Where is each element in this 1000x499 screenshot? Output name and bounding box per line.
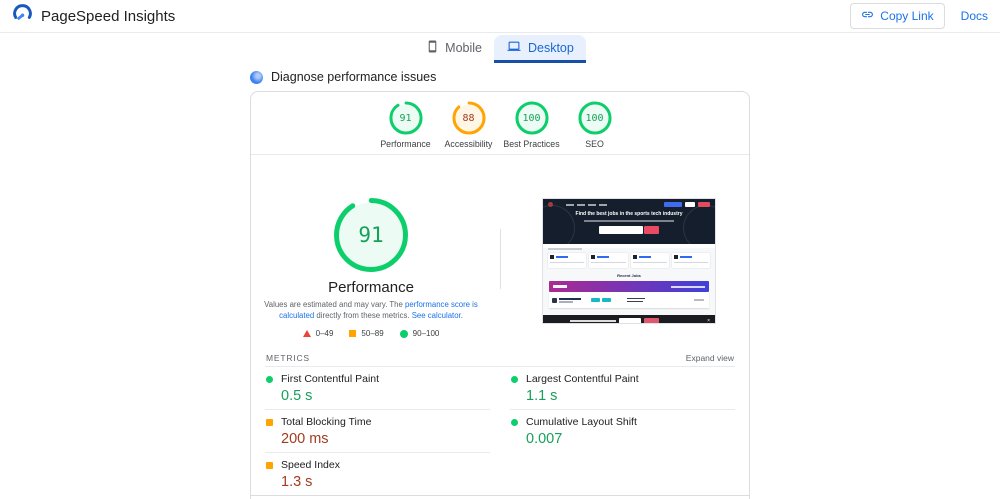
pass-circle-icon xyxy=(399,329,408,338)
metric-value: 1.3 s xyxy=(281,474,313,490)
performance-title: Performance xyxy=(328,279,414,296)
score-label: Best Practices xyxy=(503,139,560,149)
performance-score-gauge: 91 xyxy=(332,196,410,274)
metric-cumulative-layout-shift: Cumulative Layout Shift 0.007 xyxy=(510,410,735,453)
score-label: SEO xyxy=(585,139,604,149)
score-label: Performance xyxy=(380,139,431,149)
pagespeed-logo-icon xyxy=(12,3,33,29)
metric-status-icon xyxy=(266,461,273,469)
metric-name: First Contentful Paint xyxy=(281,373,380,385)
pagespeed-insights-app: PageSpeed Insights Copy Link Docs Mobile… xyxy=(0,0,1000,499)
tab-desktop-label: Desktop xyxy=(527,41,574,55)
score-value: 91 xyxy=(399,112,412,124)
score-gauge-best-practices[interactable]: 100 Best Practices xyxy=(500,101,563,149)
diagnose-section-header: Diagnose performance issues xyxy=(250,70,750,84)
report-meta-footer: Captured at Oct 3, 2024, 3:32 PM GMT+2 E… xyxy=(251,495,749,499)
metric-name: Speed Index xyxy=(281,459,340,471)
expand-view-button[interactable]: Expand view xyxy=(686,353,734,363)
link-icon xyxy=(861,8,874,24)
metric-value: 0.5 s xyxy=(281,388,313,404)
metric-total-blocking-time: Total Blocking Time 200 ms xyxy=(265,410,490,453)
metric-status-icon xyxy=(266,375,273,383)
fail-triangle-icon xyxy=(302,330,311,337)
performance-overview: 91 Performance Values are estimated and … xyxy=(251,155,749,348)
calculator-link[interactable]: See calculator. xyxy=(412,311,463,320)
desktop-laptop-icon xyxy=(506,40,522,56)
tab-mobile[interactable]: Mobile xyxy=(414,35,494,63)
average-square-icon xyxy=(349,330,357,337)
score-gauge-performance[interactable]: 91 Performance xyxy=(374,101,437,149)
copy-link-label: Copy Link xyxy=(880,9,934,23)
tab-desktop[interactable]: Desktop xyxy=(493,35,586,63)
metric-value: 1.1 s xyxy=(526,388,558,404)
category-scores-row: 91 Performance 88 Accessibility 100 Best… xyxy=(251,92,749,155)
vertical-divider xyxy=(500,229,501,289)
legend-range: 0–49 xyxy=(315,329,334,338)
score-value: 88 xyxy=(462,112,475,124)
lighthouse-icon xyxy=(250,70,263,84)
report-card: 91 Performance 88 Accessibility 100 Best… xyxy=(250,91,750,499)
thumb-body: Recent Jobs xyxy=(543,248,715,315)
score-legend: 0–49 50–89 90–100 xyxy=(251,329,491,338)
thumb-hero: Find the best jobs in the sports tech in… xyxy=(543,199,715,244)
tab-mobile-label: Mobile xyxy=(445,41,482,55)
metric-name: Largest Contentful Paint xyxy=(526,373,639,385)
metrics-heading: METRICS xyxy=(266,353,310,363)
score-value: 100 xyxy=(585,112,604,124)
disclaimer-text: Values are estimated and may vary. The xyxy=(264,300,406,309)
performance-score-value: 91 xyxy=(358,223,384,247)
metric-first-contentful-paint: First Contentful Paint 0.5 s xyxy=(265,367,490,410)
metric-name: Cumulative Layout Shift xyxy=(526,416,637,428)
copy-link-button[interactable]: Copy Link xyxy=(850,3,945,29)
legend-range: 90–100 xyxy=(412,329,440,338)
app-header: PageSpeed Insights Copy Link Docs xyxy=(0,0,1000,33)
legend-range: 50–89 xyxy=(361,329,384,338)
app-title: PageSpeed Insights xyxy=(41,7,176,25)
docs-link[interactable]: Docs xyxy=(961,9,988,23)
score-disclaimer: Values are estimated and may vary. The p… xyxy=(254,300,488,321)
metric-value: 0.007 xyxy=(526,431,563,447)
metric-name: Total Blocking Time xyxy=(281,416,372,428)
score-label: Accessibility xyxy=(444,139,493,149)
device-tabs: Mobile Desktop xyxy=(0,35,1000,63)
diagnose-label: Diagnose performance issues xyxy=(271,70,437,84)
score-value: 100 xyxy=(522,112,541,124)
thumb-section-title: Recent Jobs xyxy=(617,273,641,278)
metric-status-icon xyxy=(511,418,518,426)
metric-largest-contentful-paint: Largest Contentful Paint 1.1 s xyxy=(510,367,735,410)
mobile-phone-icon xyxy=(426,40,439,56)
metrics-section: METRICS Expand view First Contentful Pai… xyxy=(251,348,749,495)
disclaimer-text: directly from these metrics. xyxy=(314,310,412,320)
thumb-cookie-bar: × xyxy=(543,315,715,323)
thumb-hero-heading: Find the best jobs in the sports tech in… xyxy=(575,211,683,217)
page-screenshot-thumbnail[interactable]: Find the best jobs in the sports tech in… xyxy=(542,198,716,324)
metric-status-icon xyxy=(266,418,273,426)
metric-status-icon xyxy=(511,375,518,383)
metric-speed-index: Speed Index 1.3 s xyxy=(265,453,490,495)
score-gauge-seo[interactable]: 100 SEO xyxy=(563,101,626,149)
score-gauge-accessibility[interactable]: 88 Accessibility xyxy=(437,101,500,149)
metric-value: 200 ms xyxy=(281,431,329,447)
